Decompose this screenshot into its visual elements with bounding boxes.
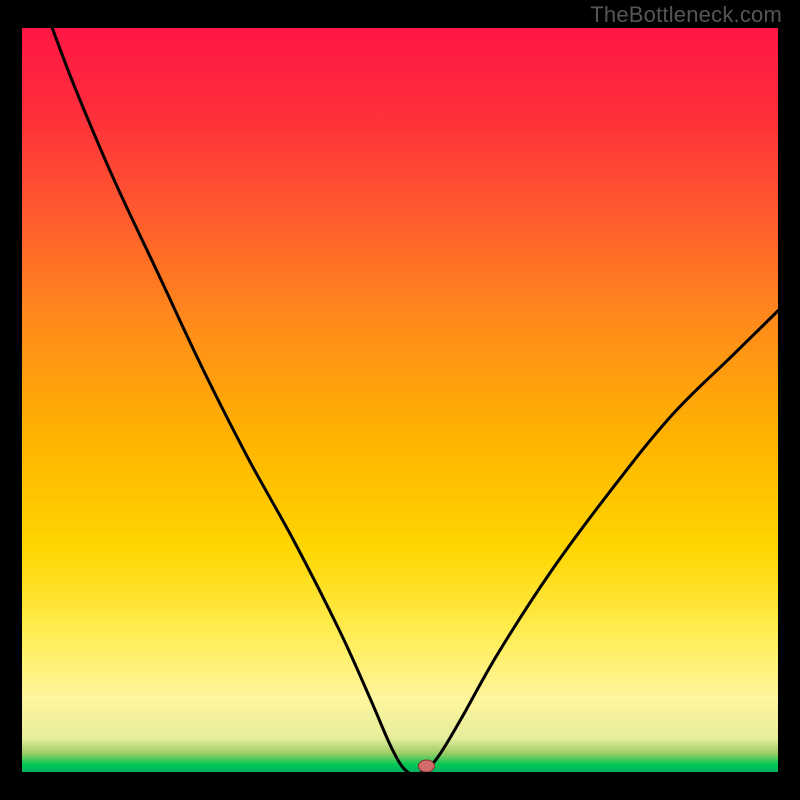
- plot-frame: [22, 28, 778, 772]
- bottleneck-plot: [22, 28, 778, 772]
- watermark-text: TheBottleneck.com: [590, 2, 782, 28]
- optimum-marker: [418, 760, 434, 772]
- chart-stage: TheBottleneck.com: [0, 0, 800, 800]
- gradient-background: [22, 28, 778, 772]
